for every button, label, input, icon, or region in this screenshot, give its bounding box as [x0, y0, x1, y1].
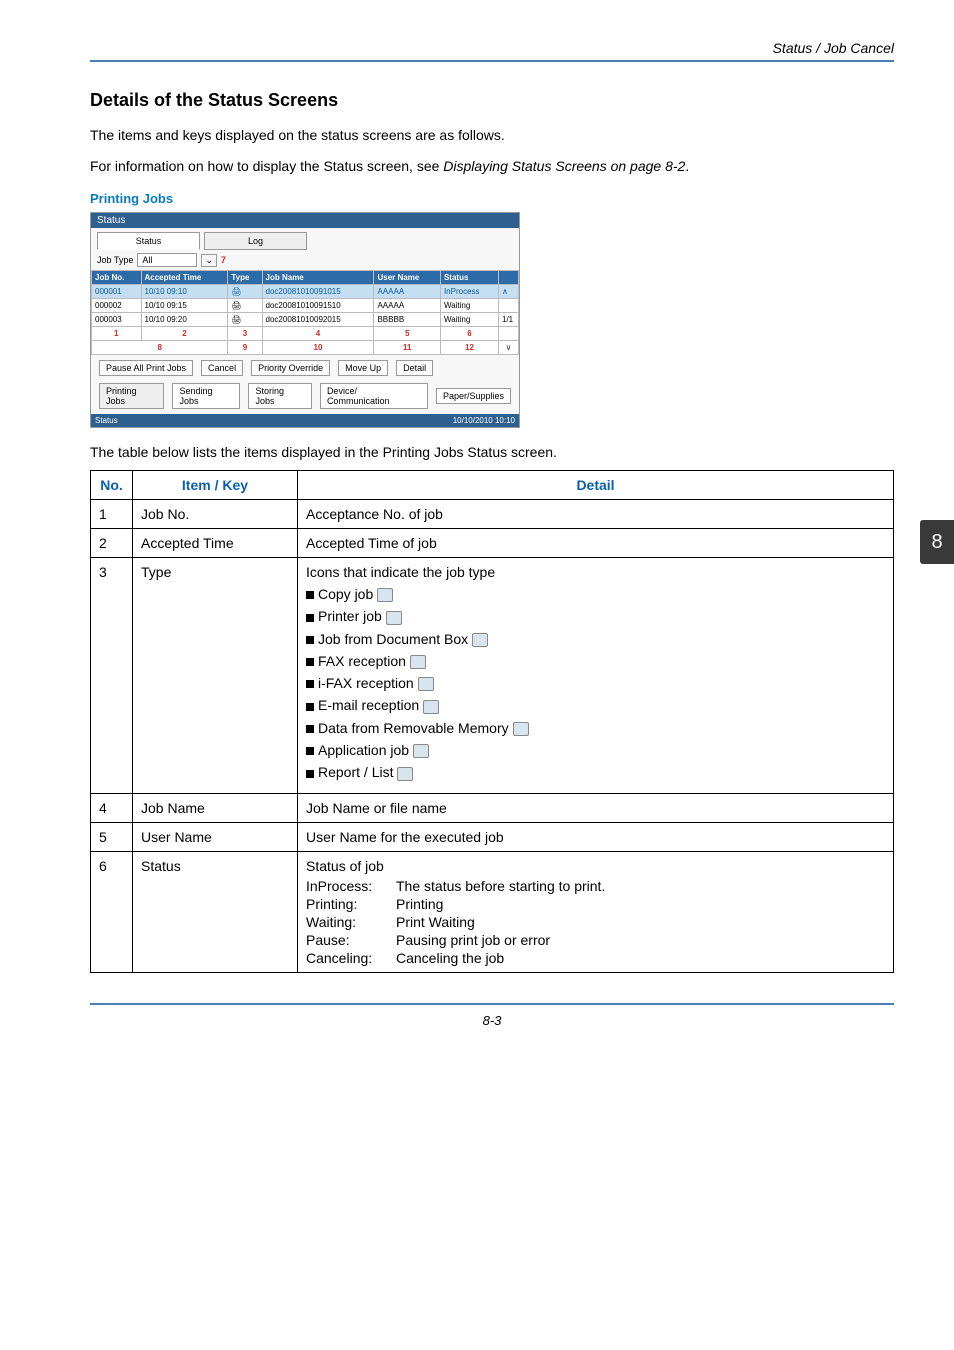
callout-row-b: 8 9 10 11 12 ∨ [92, 341, 519, 355]
type-icon: 🖨 [228, 313, 262, 327]
jobtype-label: Job Type [97, 255, 133, 265]
intro-paragraph-2: For information on how to display the St… [90, 156, 894, 177]
cell-name: doc20081010091015 [262, 285, 374, 299]
page-footer: 8-3 [90, 1003, 894, 1028]
type-icon: 🖨 [228, 285, 262, 299]
col-status[interactable]: Status [440, 271, 498, 285]
detail-row: 5 User Name User Name for the executed j… [91, 822, 894, 851]
panel-footer-right: 10/10/2010 10:10 [453, 416, 515, 425]
detail-row: 4 Job Name Job Name or file name [91, 793, 894, 822]
cell-time: 10/10 09:20 [141, 313, 228, 327]
jobtype-select[interactable]: All [137, 253, 197, 267]
tab-status[interactable]: Status [97, 232, 200, 250]
cell-jobno: 000001 [92, 285, 142, 299]
callout-row-a: 1 2 3 4 5 6 [92, 327, 519, 341]
page-indicator: 1/1 [499, 313, 519, 327]
removable-icon [513, 722, 529, 736]
copy-icon [377, 588, 393, 602]
tab-paper-supplies[interactable]: Paper/Supplies [436, 388, 511, 404]
cell-jobno: 000002 [92, 299, 142, 313]
table-caption: The table below lists the items displaye… [90, 444, 894, 460]
status-definitions: InProcess:The status before starting to … [306, 878, 885, 966]
col-jobname[interactable]: Job Name [262, 271, 374, 285]
scroll-down-icon[interactable]: ∨ [499, 341, 519, 355]
header-rule [90, 60, 894, 62]
status-panel: Status Status Log Job Type All ⌄ 7 Job N… [90, 212, 520, 428]
tab-printing-jobs[interactable]: Printing Jobs [99, 383, 164, 409]
tab-storing-jobs[interactable]: Storing Jobs [248, 383, 312, 409]
tab-sending-jobs[interactable]: Sending Jobs [172, 383, 240, 409]
application-icon [413, 744, 429, 758]
col-accepted[interactable]: Accepted Time [141, 271, 228, 285]
type-intro: Icons that indicate the job type [306, 564, 885, 580]
priority-override-button[interactable]: Priority Override [251, 360, 330, 376]
jobs-table: Job No. Accepted Time Type Job Name User… [91, 270, 519, 355]
cell-time: 10/10 09:15 [141, 299, 228, 313]
tab-device-comm[interactable]: Device/ Communication [320, 383, 428, 409]
cell-time: 10/10 09:10 [141, 285, 228, 299]
table-row[interactable]: 000002 10/10 09:15 🖨 doc20081010091510 A… [92, 299, 519, 313]
docbox-icon [472, 633, 488, 647]
cell-status: InProcess [440, 285, 498, 299]
email-icon [423, 700, 439, 714]
cell-user: AAAAA [374, 299, 440, 313]
ifax-icon [418, 677, 434, 691]
detail-row: 6 Status Status of job InProcess:The sta… [91, 851, 894, 972]
cell-user: AAAAA [374, 285, 440, 299]
cell-status: Waiting [440, 313, 498, 327]
callout-7: 7 [221, 255, 226, 265]
detail-button[interactable]: Detail [396, 360, 433, 376]
col-jobno[interactable]: Job No. [92, 271, 142, 285]
table-row[interactable]: 000003 10/10 09:20 🖨 doc20081010092015 B… [92, 313, 519, 327]
section-title: Details of the Status Screens [90, 90, 894, 111]
detail-row: 3 Type Icons that indicate the job type … [91, 558, 894, 794]
chapter-tab: 8 [920, 520, 954, 564]
type-icon: 🖨 [228, 299, 262, 313]
cell-jobno: 000003 [92, 313, 142, 327]
detail-row: 1 Job No. Acceptance No. of job [91, 500, 894, 529]
type-list: Copy job Printer job Job from Document B… [306, 586, 885, 781]
cell-name: doc20081010092015 [262, 313, 374, 327]
status-intro: Status of job [306, 858, 885, 874]
intro-p2-link: Displaying Status Screens on page 8-2 [443, 158, 685, 174]
col-type[interactable]: Type [228, 271, 262, 285]
subsection-title: Printing Jobs [90, 191, 894, 206]
intro-p2-c: . [685, 158, 689, 174]
cell-status: Waiting [440, 299, 498, 313]
intro-paragraph-1: The items and keys displayed on the stat… [90, 125, 894, 146]
moveup-button[interactable]: Move Up [338, 360, 388, 376]
detail-row: 2 Accepted Time Accepted Time of job [91, 529, 894, 558]
pause-all-button[interactable]: Pause All Print Jobs [99, 360, 193, 376]
detail-head-item: Item / Key [133, 471, 298, 500]
detail-head-detail: Detail [298, 471, 894, 500]
intro-p2-a: For information on how to display the St… [90, 158, 443, 174]
panel-title: Status [91, 213, 519, 228]
cancel-button[interactable]: Cancel [201, 360, 243, 376]
panel-footer-left: Status [95, 416, 118, 425]
report-icon [397, 767, 413, 781]
cell-name: doc20081010091510 [262, 299, 374, 313]
fax-icon [410, 655, 426, 669]
header-breadcrumb: Status / Job Cancel [90, 40, 894, 56]
cell-user: BBBBB [374, 313, 440, 327]
detail-head-no: No. [91, 471, 133, 500]
scroll-up-icon[interactable]: ∧ [499, 285, 519, 299]
table-row[interactable]: 000001 10/10 09:10 🖨 doc20081010091015 A… [92, 285, 519, 299]
col-username[interactable]: User Name [374, 271, 440, 285]
tab-log[interactable]: Log [204, 232, 307, 250]
dropdown-icon[interactable]: ⌄ [201, 254, 217, 267]
detail-table: No. Item / Key Detail 1 Job No. Acceptan… [90, 470, 894, 973]
printer-icon [386, 611, 402, 625]
